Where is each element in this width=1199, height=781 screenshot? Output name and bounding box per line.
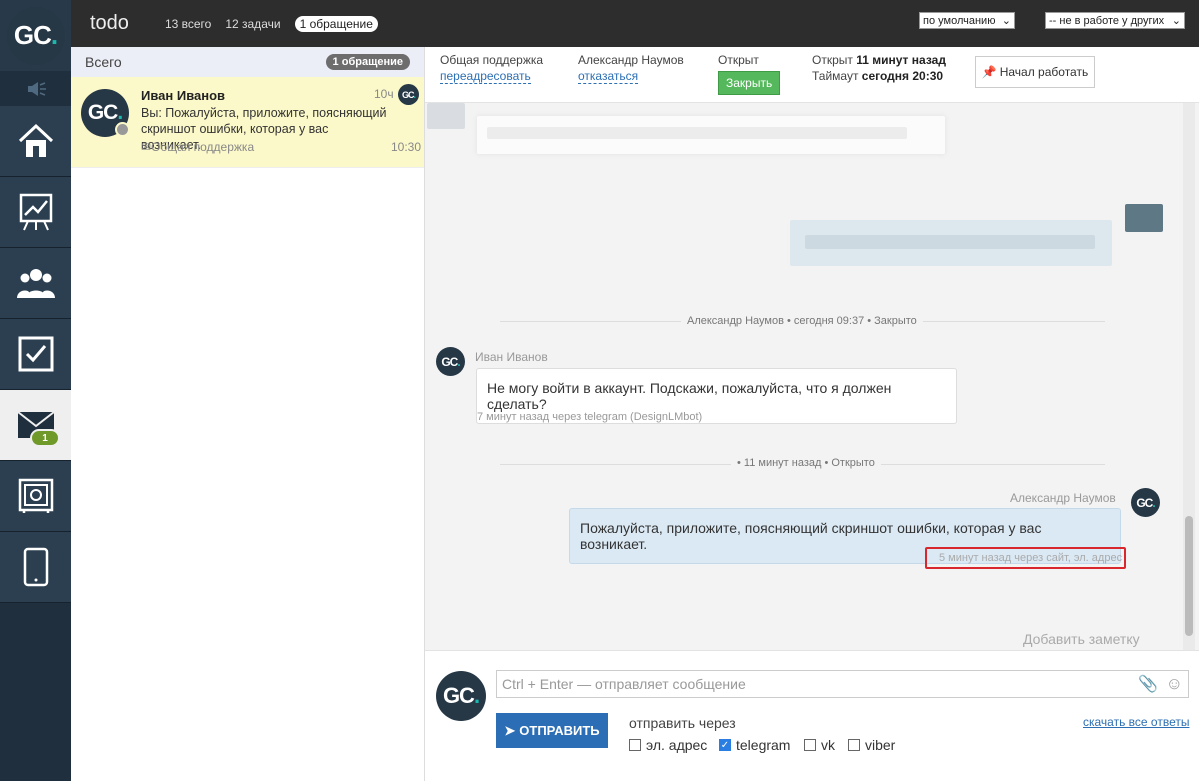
smiley-icon[interactable]: ☺ (1166, 674, 1183, 694)
start-work-button[interactable]: 📌 Начал работать (975, 56, 1095, 88)
scrollbar-thumb[interactable] (1185, 516, 1193, 636)
envelope-icon: ✉ (141, 140, 152, 154)
conversation-list: Всего 1 обращение GC. Иван Иванов Вы: По… (71, 47, 425, 781)
filter-select[interactable]: -- не в работе у других ⌄ (1045, 12, 1185, 29)
messages-count-badge: 1 (30, 429, 60, 447)
timing-block: Открыт 11 минут назад Таймаут сегодня 20… (812, 52, 946, 84)
nav-mobile[interactable] (0, 532, 71, 603)
status-dot-icon (115, 122, 130, 137)
checkbox-empty-icon[interactable] (629, 739, 641, 751)
ticket-info-bar: Общая поддержка переадресовать Александр… (425, 47, 1199, 103)
checkbox-empty-icon[interactable] (804, 739, 816, 751)
agent-message-meta: 5 минут назад через сайт, эл. адрес (939, 552, 1123, 564)
department-block: Общая поддержка переадресовать (440, 52, 543, 84)
sidebar-rail: GC. 1 (0, 0, 71, 781)
home-icon (18, 123, 53, 157)
chart-icon (19, 193, 52, 231)
client-author: Иван Иванов (475, 350, 548, 364)
agent-name: Александр Наумов (578, 53, 684, 67)
list-header-title: Всего (85, 54, 122, 70)
nav-users[interactable] (0, 248, 71, 319)
message-input-placeholder: Ctrl + Enter — отправляет сообщение (502, 676, 746, 692)
user-avatar: GC. (436, 671, 486, 721)
forward-link[interactable]: переадресовать (440, 69, 531, 84)
speaker-icon[interactable] (0, 71, 71, 106)
nav-messages[interactable]: 1 (0, 390, 71, 461)
chevron-down-icon: ⌄ (1001, 15, 1011, 27)
list-count-badge: 1 обращение (325, 54, 410, 70)
opened-separator-label: • 11 минут назад • Открыто (731, 457, 881, 469)
nav-analytics[interactable] (0, 177, 71, 248)
sort-select[interactable]: по умолчанию ⌄ (919, 12, 1015, 29)
opened-value: 11 минут назад (856, 53, 946, 67)
client-avatar: GC. (436, 347, 465, 376)
safe-icon (18, 478, 53, 513)
nav-tasks[interactable] (0, 319, 71, 390)
tab-tasks[interactable]: 12 задачи (225, 17, 280, 31)
checkbox-checked-icon[interactable]: ✓ (719, 739, 731, 751)
nav-safe[interactable] (0, 461, 71, 532)
timeout-label: Таймаут (812, 69, 859, 83)
channel-telegram-checkbox[interactable]: ✓ telegram (719, 737, 790, 753)
sort-select-value: по умолчанию (923, 14, 996, 27)
agent-author: Александр Наумов (1010, 491, 1116, 505)
users-icon (16, 269, 55, 298)
paperclip-icon[interactable]: 📎 (1138, 674, 1158, 694)
paper-plane-icon: ➤ (504, 722, 516, 738)
list-header: Всего 1 обращение (71, 47, 424, 77)
client-message-meta: 7 минут назад через telegram (DesignLMbo… (477, 411, 703, 423)
message-input[interactable]: Ctrl + Enter — отправляет сообщение 📎 ☺ (496, 670, 1189, 698)
send-button[interactable]: ➤ ОТПРАВИТЬ (496, 713, 608, 748)
timeout-value: сегодня 20:30 (861, 69, 944, 83)
message-time: 10:30 (391, 140, 422, 154)
department-name: Общая поддержка (440, 53, 544, 67)
tab-all[interactable]: 13 всего (165, 17, 211, 31)
channel-vk-checkbox[interactable]: vk (804, 737, 835, 753)
send-via-label: отправить через (629, 715, 736, 731)
status-label: Открыт (718, 53, 759, 67)
time-ago: 10ч (374, 87, 394, 101)
app-title: todo (90, 12, 129, 34)
checkbox-empty-icon[interactable] (848, 739, 860, 751)
channel-email-checkbox[interactable]: эл. адрес (629, 737, 707, 753)
contact-name: Иван Иванов (141, 88, 226, 103)
tab-requests[interactable]: 1 обращение (294, 15, 378, 32)
add-note-button[interactable]: Добавить заметку (1023, 631, 1140, 647)
top-bar: todo 13 всего 12 задачи 1 обращение по у… (71, 0, 1199, 47)
refuse-link[interactable]: отказаться (578, 69, 639, 84)
department-label: ✉Общая поддержка (141, 140, 255, 154)
opened-label: Открыт (812, 53, 853, 67)
status-block: Открыт Закрыть (718, 52, 781, 95)
agent-block: Александр Наумов отказаться (578, 52, 684, 84)
channel-viber-checkbox[interactable]: viber (848, 737, 895, 753)
closed-separator-label: Александр Наумов • сегодня 09:37 • Закры… (681, 315, 923, 327)
nav-home[interactable] (0, 106, 71, 177)
agent-avatar: GC. (1131, 488, 1160, 517)
filter-select-value: -- не в работе у других (1049, 14, 1165, 27)
chevron-down-icon: ⌄ (1171, 15, 1181, 27)
checkbox-icon (18, 336, 53, 372)
agent-avatar-icon: GC. (398, 84, 419, 105)
chat-area: Александр Наумов • сегодня 09:37 • Закры… (425, 103, 1195, 650)
conversation-item[interactable]: GC. Иван Иванов Вы: Пожалуйста, приложит… (71, 77, 424, 168)
chat-scrollbar[interactable] (1183, 103, 1195, 650)
pin-icon: 📌 (981, 65, 997, 79)
gc-logo-icon: GC. (6, 6, 65, 65)
download-answers-link[interactable]: скачать все ответы (1083, 715, 1189, 729)
app-logo[interactable]: GC. (0, 0, 71, 71)
composer: GC. Ctrl + Enter — отправляет сообщение … (425, 650, 1199, 781)
close-button[interactable]: Закрыть (718, 71, 781, 95)
mobile-icon (23, 547, 48, 587)
